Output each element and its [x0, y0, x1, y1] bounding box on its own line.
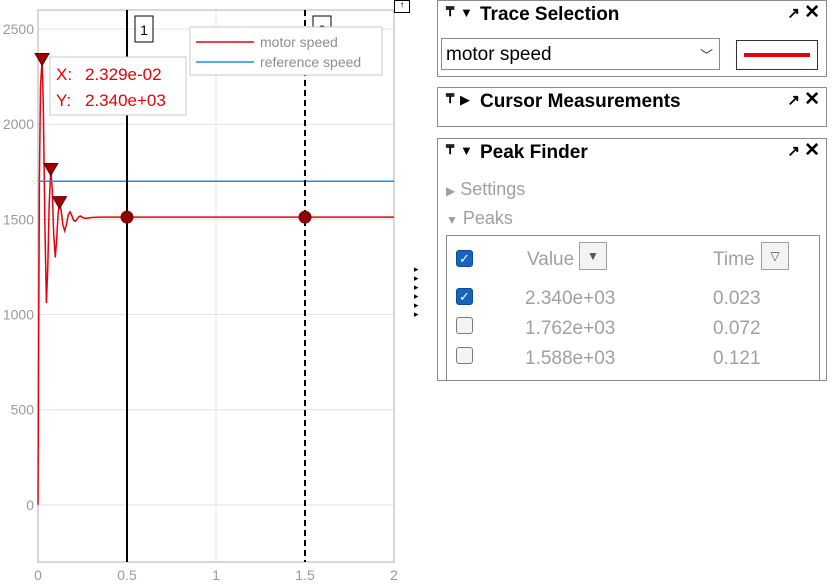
- y-tick-label: 2000: [3, 116, 34, 132]
- cursor-measurements-panel: ₸ ▶ Cursor Measurements ↗ ✕: [437, 87, 827, 127]
- column-header-time: Time: [713, 249, 755, 270]
- pin-icon[interactable]: ₸: [446, 4, 454, 20]
- collapse-down-icon: ▼: [446, 213, 458, 227]
- dock-icon[interactable]: ↑: [394, 0, 410, 13]
- y-tick-label: 0: [26, 497, 34, 513]
- peak-value: 1.588e+03: [525, 348, 616, 369]
- sort-value-button[interactable]: ▼: [579, 242, 607, 270]
- column-header-value: Value: [527, 249, 575, 270]
- panel-header: ₸ ▼ Trace Selection ↗ ✕: [438, 1, 826, 27]
- settings-label: Settings: [460, 179, 526, 199]
- datatip-y-value: 2.340e+03: [85, 91, 166, 110]
- panel-collapse-arrows[interactable]: ▸ ▸ ▸ ▸ ▸ ▸: [414, 265, 424, 319]
- x-tick-label: 2: [390, 567, 398, 583]
- peaks-section[interactable]: ▼ Peaks: [446, 208, 513, 229]
- cursor-label: 1: [140, 22, 148, 38]
- close-icon[interactable]: ✕: [804, 139, 820, 162]
- chevron-down-icon: ﹀: [699, 48, 713, 63]
- y-tick-label: 500: [11, 402, 35, 418]
- y-tick-label: 1000: [3, 307, 34, 323]
- datatip-x-label: X:: [56, 65, 72, 84]
- x-tick-label: 0: [34, 567, 42, 583]
- expand-right-icon[interactable]: ▶: [460, 92, 470, 108]
- collapse-down-icon[interactable]: ▼: [460, 143, 473, 158]
- trace-select[interactable]: motor speed ﹀: [441, 38, 720, 70]
- line-style-button[interactable]: [736, 40, 818, 70]
- peak-finder-panel: ₸ ▼ Peak Finder ↗ ✕ ▶ Settings ▼ Peaks ✓…: [437, 138, 827, 381]
- arrow-right-icon[interactable]: ▸: [414, 310, 424, 319]
- legend-entry: reference speed: [260, 54, 361, 70]
- peaks-label: Peaks: [462, 208, 513, 228]
- legend-entry: motor speed: [260, 34, 338, 50]
- peak-value: 1.762e+03: [525, 318, 616, 339]
- trace-select-value: motor speed: [446, 44, 552, 65]
- x-tick-label: 1: [212, 567, 220, 583]
- line-chart[interactable]: 00.511.520500100015002000250012motor spe…: [0, 0, 434, 586]
- datatip-x-value: 2.329e-02: [85, 65, 162, 84]
- sort-time-button[interactable]: ▽: [761, 242, 789, 270]
- expand-right-icon: ▶: [446, 184, 456, 198]
- scope-plot[interactable]: 00.511.520500100015002000250012motor spe…: [0, 0, 434, 586]
- panel-header: ₸ ▶ Cursor Measurements ↗ ✕: [438, 88, 826, 114]
- datatip-y-label: Y:: [56, 91, 71, 110]
- collapse-down-icon[interactable]: ▼: [460, 5, 473, 20]
- pin-icon[interactable]: ₸: [446, 142, 454, 158]
- undock-icon[interactable]: ↗: [787, 142, 800, 160]
- peak-row-checkbox[interactable]: [456, 317, 473, 334]
- y-tick-label: 1500: [3, 211, 34, 227]
- cursor-intersection-marker[interactable]: [120, 210, 134, 224]
- close-icon[interactable]: ✕: [804, 1, 820, 24]
- panel-title: Trace Selection: [480, 4, 620, 25]
- peak-value: 2.340e+03: [525, 288, 616, 309]
- peak-time: 0.121: [713, 348, 761, 369]
- x-tick-label: 0.5: [117, 567, 137, 583]
- peak-row-checkbox[interactable]: [456, 347, 473, 364]
- panel-header: ₸ ▼ Peak Finder ↗ ✕: [438, 139, 826, 165]
- trace-selection-panel: ₸ ▼ Trace Selection ↗ ✕ motor speed ﹀: [437, 0, 827, 77]
- panel-title: Cursor Measurements: [480, 91, 681, 112]
- undock-icon[interactable]: ↗: [787, 4, 800, 22]
- line-color-swatch: [744, 53, 810, 57]
- peak-time: 0.072: [713, 318, 761, 339]
- x-tick-label: 1.5: [295, 567, 315, 583]
- peak-row-checkbox[interactable]: ✓: [456, 288, 473, 305]
- settings-section[interactable]: ▶ Settings: [446, 179, 525, 200]
- peak-time: 0.023: [713, 288, 761, 309]
- y-tick-label: 2500: [3, 21, 34, 37]
- panel-title: Peak Finder: [480, 142, 588, 163]
- cursor-intersection-marker[interactable]: [298, 210, 312, 224]
- close-icon[interactable]: ✕: [804, 88, 820, 111]
- peaks-table: ✓ Value ▼ Time ▽ ✓ 2.340e+03 0.023 1.762…: [446, 235, 820, 381]
- select-all-checkbox[interactable]: ✓: [456, 250, 473, 267]
- undock-icon[interactable]: ↗: [787, 91, 800, 109]
- pin-icon[interactable]: ₸: [446, 91, 454, 107]
